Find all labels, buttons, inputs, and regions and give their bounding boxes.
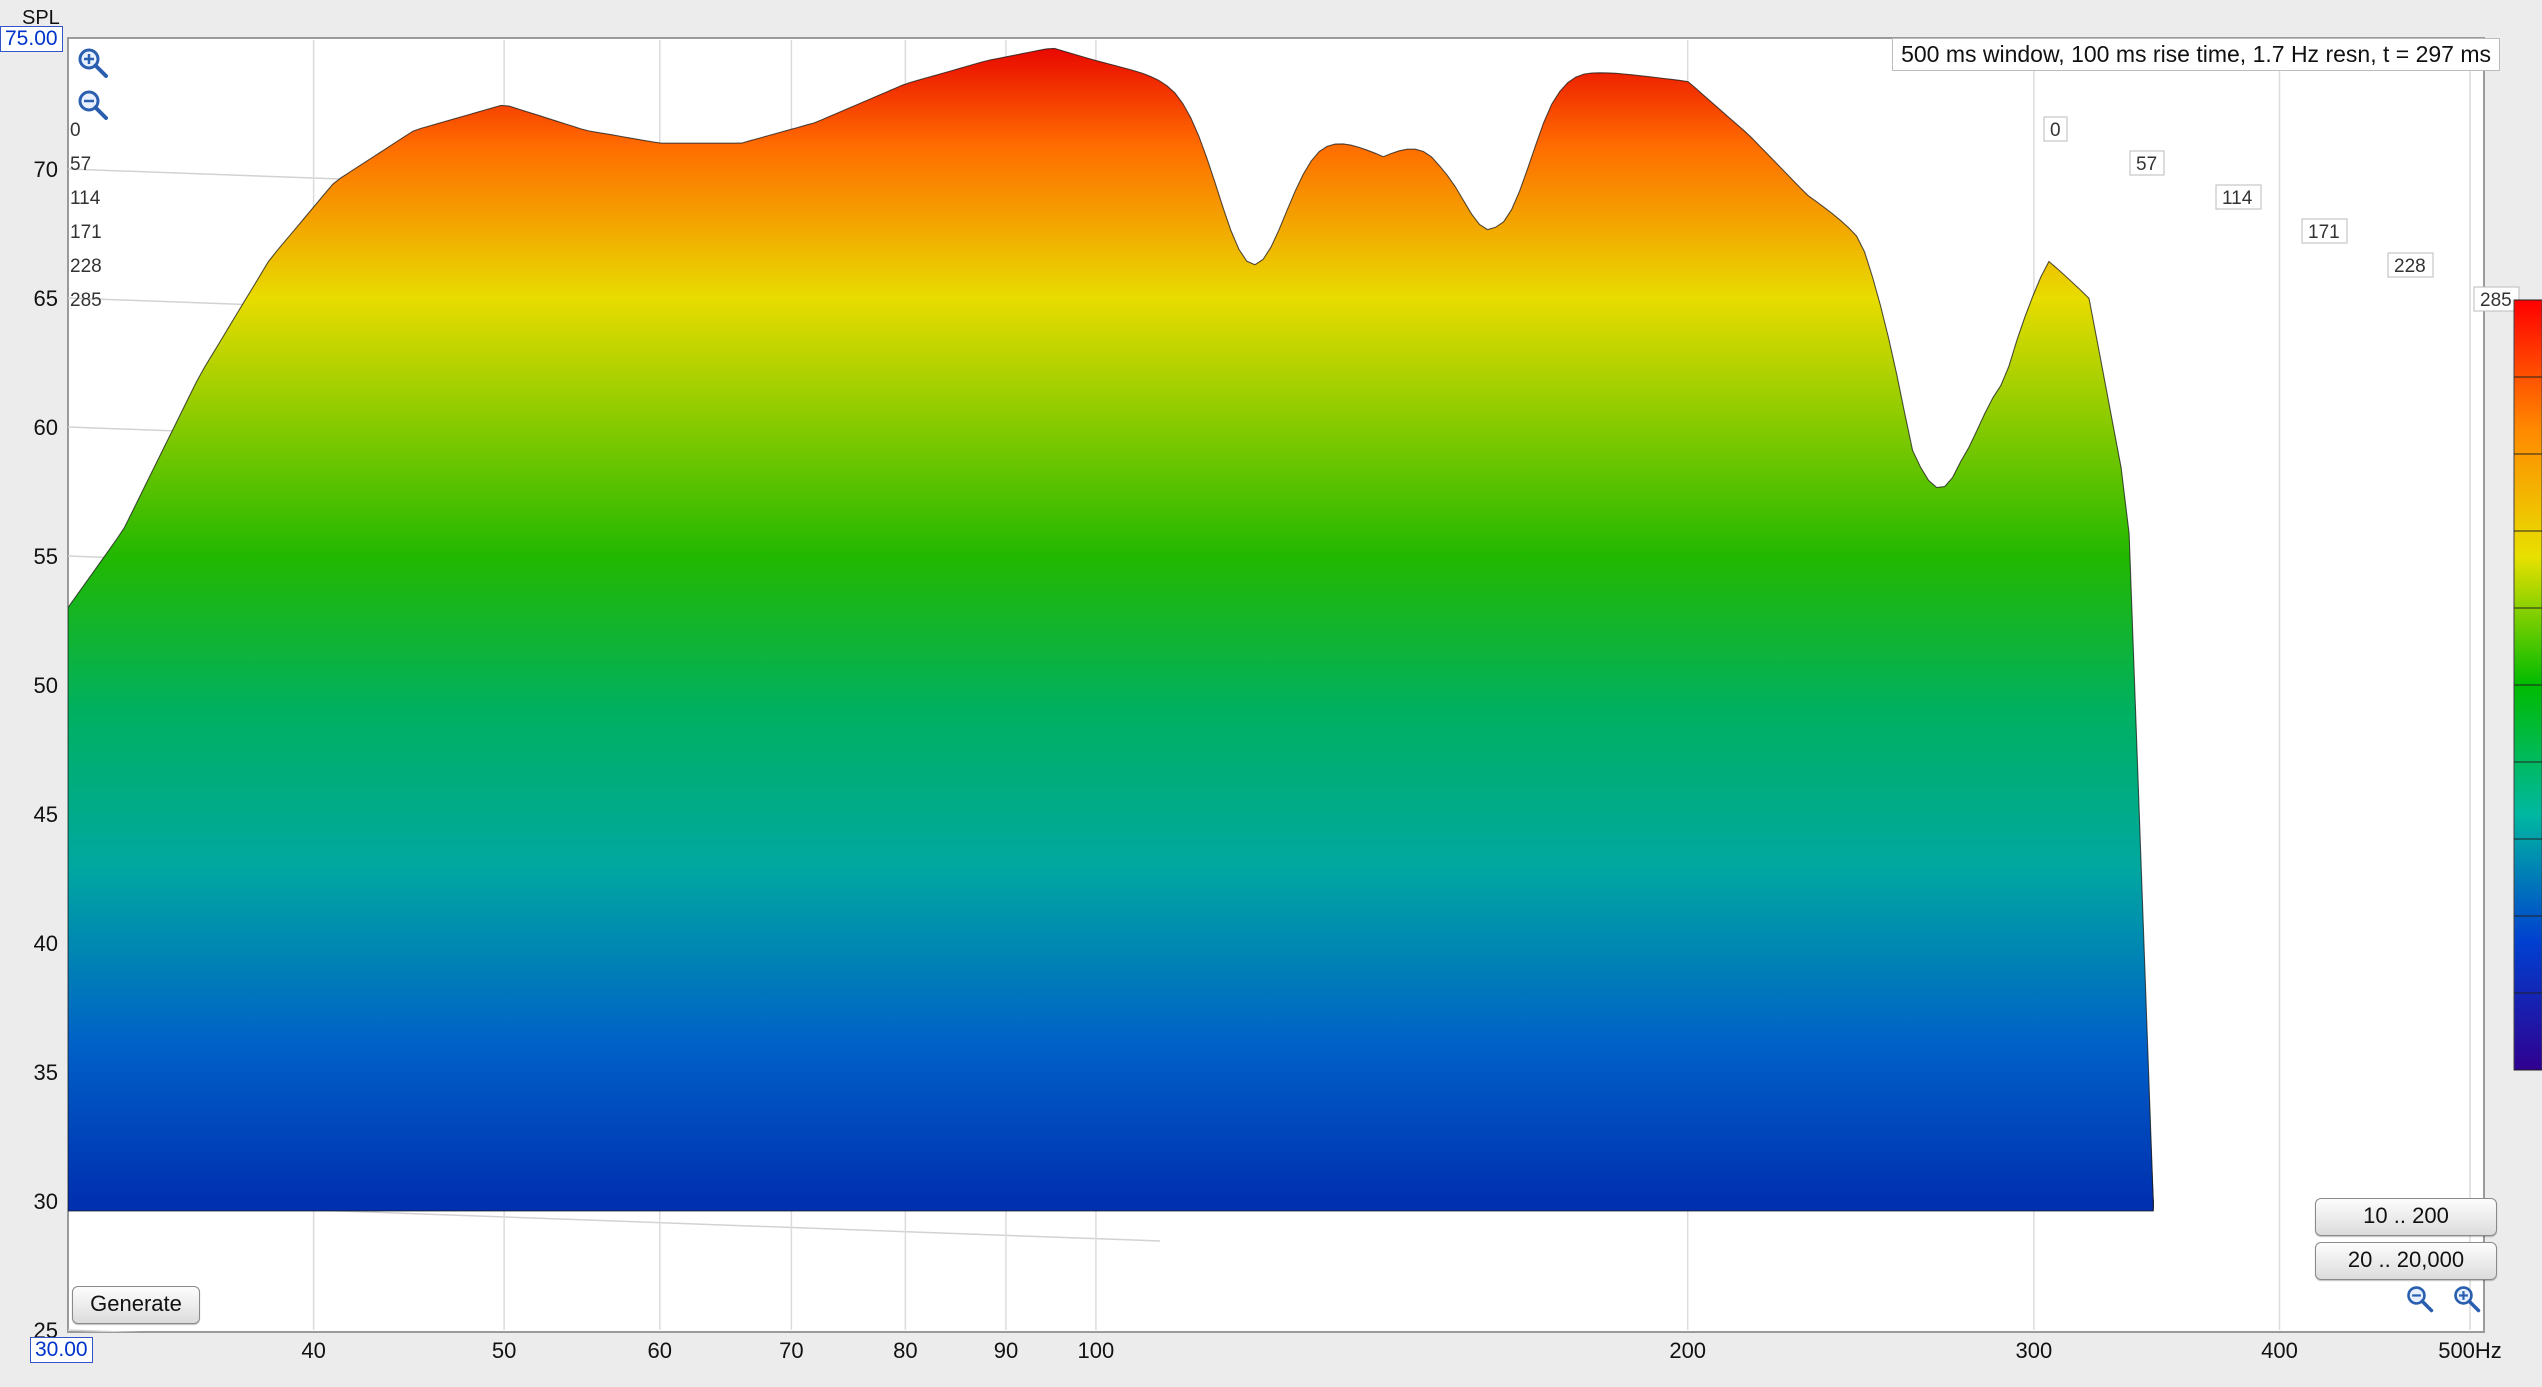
waterfall-slice: [68, 47, 2154, 1212]
y-tick-label: 70: [34, 157, 58, 182]
generate-button[interactable]: Generate: [72, 1286, 200, 1324]
x-tick-label: 500Hz: [2438, 1338, 2502, 1363]
range-10-200-button[interactable]: 10 .. 200: [2315, 1198, 2497, 1236]
x-min-field[interactable]: 30.00: [30, 1337, 93, 1363]
x-tick-label: 400: [2261, 1338, 2298, 1363]
y-tick-label: 60: [34, 415, 58, 440]
waterfall-window: 0 0 57 57 114 114 171 171 228 228 285 285 SPL 25 30 35…: [0, 0, 2542, 1382]
y-tick-label: 50: [34, 673, 58, 698]
x-tick-label: 100: [1078, 1338, 1115, 1363]
x-zoom-in-icon[interactable]: [2452, 1284, 2482, 1314]
time-tick-label-left: 57: [70, 154, 91, 175]
time-tick-label-right: 228: [2394, 256, 2426, 277]
analysis-info-label: 500 ms window, 100 ms rise time, 1.7 Hz …: [1892, 38, 2500, 71]
waterfall-chart: 0 057 57114 114171 171228 228285 285 SPL253035…: [22, 7, 2542, 1363]
x-tick-label: 90: [994, 1338, 1018, 1363]
color-scale: [2513, 299, 2542, 1071]
x-tick-label: 200: [1669, 1338, 1706, 1363]
x-axis: 40 50 60 70 80 90 100 200 300 400 500Hz: [301, 1338, 2501, 1363]
time-tick-label-right: 114: [2222, 188, 2253, 209]
time-tick-label-left: 228: [70, 256, 102, 277]
x-tick-label: 80: [893, 1338, 917, 1363]
x-zoom-out-icon[interactable]: [2405, 1284, 2435, 1314]
time-tick-label-left: 285: [70, 290, 102, 311]
y-axis: SPL25303540455055606570: [22, 7, 60, 1343]
x-tick-label: 70: [779, 1338, 803, 1363]
time-tick-label-right: 171: [2308, 222, 2340, 243]
x-tick-label: 40: [301, 1338, 325, 1363]
x-tick-label: 60: [648, 1338, 672, 1363]
waterfall-slices: [68, 47, 2154, 1212]
y-tick-label: 40: [34, 931, 58, 956]
y-tick-label: 30: [34, 1189, 58, 1214]
x-tick-label: 300: [2016, 1338, 2053, 1363]
time-tick-label-right: 285: [2480, 290, 2512, 311]
x-tick-label: 50: [492, 1338, 516, 1363]
y-tick-label: 45: [34, 802, 58, 827]
time-tick-label-right: 57: [2136, 154, 2157, 175]
time-tick-label-left: 171: [70, 222, 102, 243]
y-tick-label: 65: [34, 286, 58, 311]
time-tick-label-right: 0: [2050, 120, 2061, 141]
range-20-20000-button[interactable]: 20 .. 20,000: [2315, 1242, 2497, 1280]
time-tick-label-left: 114: [70, 188, 101, 209]
y-max-field[interactable]: 75.00: [0, 26, 63, 52]
y-tick-label: 35: [34, 1060, 58, 1085]
y-tick-label: 55: [34, 544, 58, 569]
zoom-in-icon[interactable]: [76, 46, 110, 80]
zoom-out-icon[interactable]: [76, 88, 110, 122]
time-tick-label-left: 0: [70, 120, 81, 141]
